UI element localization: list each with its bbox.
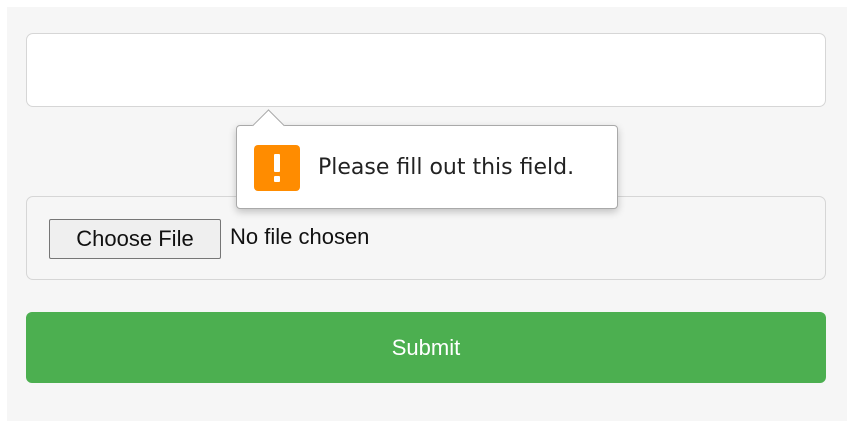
submit-button[interactable]: Submit <box>26 312 826 383</box>
validation-message: Please fill out this field. <box>318 155 575 180</box>
validation-tooltip: Please fill out this field. <box>236 109 618 209</box>
file-status-label: No file chosen <box>230 224 370 249</box>
warning-icon <box>254 145 300 191</box>
choose-file-button[interactable]: Choose File <box>49 219 221 259</box>
text-input[interactable] <box>26 33 826 107</box>
